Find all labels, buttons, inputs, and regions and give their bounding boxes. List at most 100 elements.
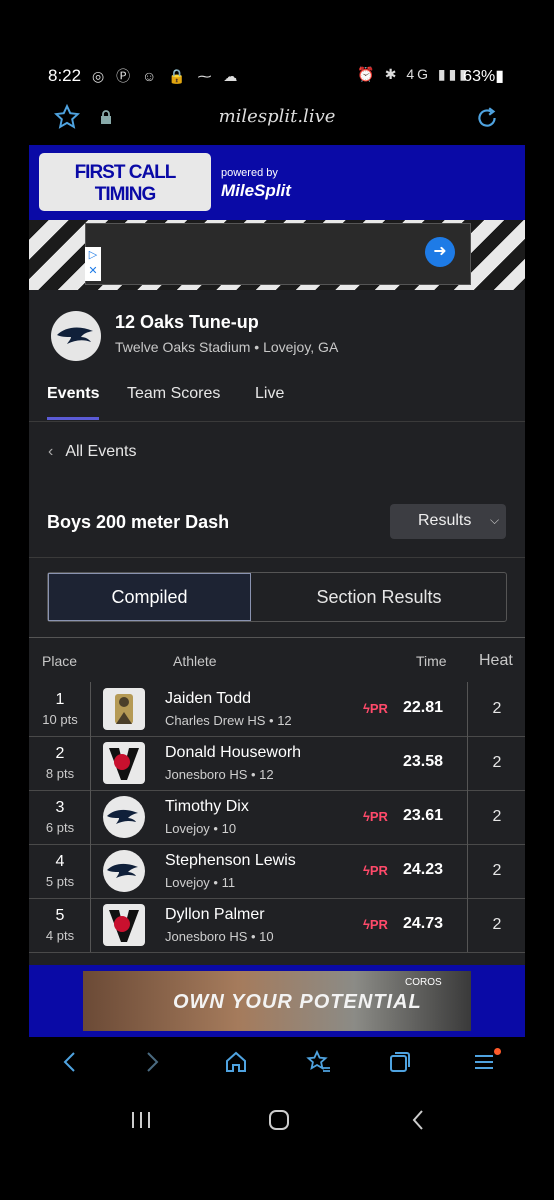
- event-divider: [29, 557, 525, 558]
- pr-label: PR: [369, 863, 388, 878]
- column-header-heat: Heat: [479, 652, 513, 669]
- pr-label: PR: [369, 701, 388, 716]
- heat: 2: [492, 916, 502, 933]
- all-events-label: All Events: [65, 443, 137, 460]
- tab-events[interactable]: Events: [47, 385, 99, 403]
- heat: 2: [492, 808, 502, 825]
- ad-brand: COROS: [405, 977, 442, 988]
- tabs-icon[interactable]: [388, 1050, 412, 1081]
- coros-ad-image[interactable]: OWN YOUR POTENTIAL COROS: [83, 971, 471, 1031]
- status-time: 8:22: [48, 66, 82, 85]
- notification-icons: ◎ Ⓟ ☺ 🔒 ⁓ ☁: [92, 68, 242, 84]
- table-row[interactable]: 1 10 pts Jaiden Todd Charles Drew HS • 1…: [29, 682, 525, 736]
- web-page: FIRST CALL TIMING powered by MileSplit ➜…: [29, 145, 525, 965]
- place: 2: [55, 745, 65, 762]
- tab-live[interactable]: Live: [255, 385, 284, 403]
- active-tab-indicator: [47, 417, 99, 420]
- meet-team-logo: [51, 311, 101, 361]
- points: 10 pts: [42, 712, 78, 727]
- result-time: 24.23: [403, 861, 444, 878]
- points: 4 pts: [45, 928, 75, 943]
- lovejoy-logo-icon: [103, 796, 145, 838]
- lightning-icon: ϟ: [363, 809, 370, 824]
- browser-toolbar: [0, 1040, 554, 1096]
- place: 1: [55, 691, 65, 708]
- table-row[interactable]: 5 4 pts Dyllon Palmer Jonesboro HS • 10 …: [29, 898, 525, 952]
- result-time: 22.81: [403, 699, 444, 716]
- heat: 2: [492, 700, 502, 717]
- ad-logo-line2: TIMING: [94, 184, 157, 205]
- result-time: 23.58: [403, 753, 444, 770]
- home-button-icon[interactable]: [267, 1108, 291, 1139]
- meet-name[interactable]: 12 Oaks Tune-up: [115, 312, 259, 333]
- jonesboro-logo-icon: [103, 904, 145, 946]
- notification-dot: [494, 1048, 501, 1055]
- row-divider: [29, 952, 525, 953]
- table-row[interactable]: 4 5 pts Stephenson Lewis Lovejoy • 11 ϟP…: [29, 844, 525, 898]
- results-select-value: Results: [418, 512, 472, 529]
- system-navigation-bar: [0, 1100, 554, 1150]
- pr-badge: ϟPR: [363, 701, 388, 716]
- table-row[interactable]: 2 8 pts Donald Houseworh Jonesboro HS • …: [29, 736, 525, 790]
- battery-level: 63%▮: [463, 68, 504, 85]
- display-ad-box[interactable]: [85, 223, 471, 285]
- powered-by-text: powered by: [221, 167, 278, 179]
- menu-icon[interactable]: [472, 1050, 496, 1081]
- athlete-school: Lovejoy • 10: [165, 821, 237, 836]
- row-divider: [29, 790, 525, 791]
- forward-arrow-icon[interactable]: [144, 1050, 162, 1081]
- points: 8 pts: [45, 766, 75, 781]
- athlete-school: Lovejoy • 11: [165, 875, 236, 890]
- pr-badge: ϟPR: [363, 809, 388, 824]
- results-select[interactable]: Results ⌵: [390, 504, 506, 539]
- first-call-timing-logo: FIRST CALL TIMING: [39, 153, 211, 211]
- table-row[interactable]: 3 6 pts Timothy Dix Lovejoy • 10 ϟPR 23.…: [29, 790, 525, 844]
- section-results-button[interactable]: Section Results: [252, 573, 506, 621]
- reload-icon[interactable]: [474, 105, 500, 136]
- athlete-name[interactable]: Dyllon Palmer: [165, 906, 265, 924]
- pr-badge: ϟPR: [363, 863, 388, 878]
- back-arrow-icon[interactable]: [60, 1050, 78, 1081]
- pr-badge: ϟPR: [363, 917, 388, 932]
- status-bar: 8:22 ◎ Ⓟ ☺ 🔒 ⁓ ☁ ⏰ ✱ 4G ▮▮▮ 63%▮: [0, 60, 554, 90]
- ad-directions-icon[interactable]: ➜: [425, 237, 455, 267]
- ad-close-icon[interactable]: ▷ ✕: [85, 247, 101, 281]
- system-back-icon[interactable]: [410, 1108, 426, 1139]
- all-events-link[interactable]: ‹ All Events: [48, 443, 136, 461]
- athlete-name[interactable]: Timothy Dix: [165, 798, 249, 816]
- chevron-left-icon: ‹: [48, 443, 54, 460]
- ad-logo-line1: FIRST CALL: [74, 162, 177, 183]
- athlete-school: Jonesboro HS • 10: [165, 929, 274, 944]
- results-view-toggle: Compiled Section Results: [47, 572, 507, 622]
- athlete-name[interactable]: Stephenson Lewis: [165, 852, 296, 870]
- column-header-time: Time: [416, 653, 447, 669]
- column-header-athlete: Athlete: [173, 653, 217, 669]
- browser-url-bar[interactable]: milesplit.live: [30, 96, 524, 142]
- bookmarks-icon[interactable]: [306, 1049, 332, 1081]
- row-divider: [29, 898, 525, 899]
- tab-team-scores[interactable]: Team Scores: [127, 385, 220, 403]
- pr-label: PR: [369, 809, 388, 824]
- chevron-down-icon: ⌵: [490, 513, 500, 527]
- athlete-school: Charles Drew HS • 12: [165, 713, 292, 728]
- charles-drew-logo-icon: [103, 688, 145, 730]
- result-time: 24.73: [403, 915, 444, 932]
- athlete-name[interactable]: Jaiden Todd: [165, 690, 251, 708]
- recent-apps-icon[interactable]: [130, 1108, 152, 1139]
- bottom-ad-banner[interactable]: OWN YOUR POTENTIAL COROS: [29, 965, 525, 1037]
- athlete-school: Jonesboro HS • 12: [165, 767, 274, 782]
- athlete-name[interactable]: Donald Houseworh: [165, 744, 301, 762]
- heat: 2: [492, 862, 502, 879]
- compiled-button[interactable]: Compiled: [48, 573, 251, 621]
- place: 3: [55, 799, 65, 816]
- top-ad-banner[interactable]: FIRST CALL TIMING powered by MileSplit: [29, 145, 525, 220]
- row-divider: [29, 844, 525, 845]
- column-header-place: Place: [42, 653, 78, 669]
- home-icon[interactable]: [224, 1050, 248, 1081]
- points: 5 pts: [45, 874, 75, 889]
- lightning-icon: ϟ: [363, 701, 370, 716]
- jonesboro-logo-icon: [103, 742, 145, 784]
- table-top-border: [29, 637, 525, 638]
- lovejoy-logo-icon: [103, 850, 145, 892]
- url-text[interactable]: milesplit.live: [30, 106, 524, 127]
